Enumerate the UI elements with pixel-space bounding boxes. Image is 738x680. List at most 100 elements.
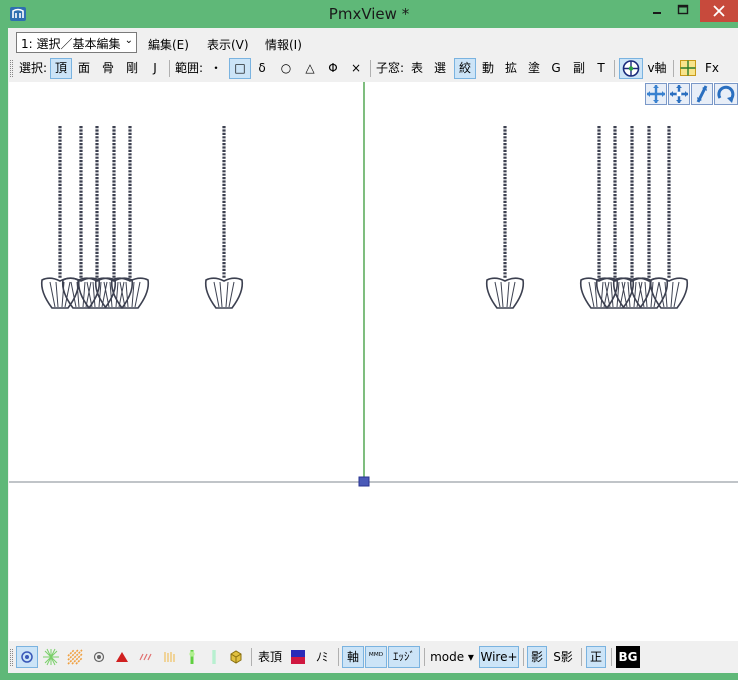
crown-rib xyxy=(213,281,220,308)
v-axis-button[interactable]: v軸 xyxy=(645,58,669,79)
mmd-toggle-button[interactable]: ᴹᴹᴰ xyxy=(365,646,387,668)
edge-toggle-button[interactable]: ｴｯｼﾞ xyxy=(388,646,420,668)
window-title: PmxView * xyxy=(328,5,410,23)
subwin-table-button[interactable]: 表 xyxy=(408,58,426,79)
mode-dropdown[interactable]: mode ▾ xyxy=(428,646,476,668)
crown-mesh xyxy=(649,277,689,309)
toolbar-separator xyxy=(338,648,339,666)
select-label: 選択: xyxy=(18,61,48,75)
crown-rib xyxy=(118,281,125,308)
color-swatch-button[interactable] xyxy=(290,646,306,668)
toolbar-separator xyxy=(581,648,582,666)
toolbar-separator xyxy=(523,648,524,666)
tick-pattern-icon xyxy=(164,652,175,662)
layout-button[interactable] xyxy=(678,58,698,79)
close-icon xyxy=(713,5,725,17)
crown-rib xyxy=(633,281,637,308)
slash-pattern-icon xyxy=(139,653,152,661)
red-triangle-icon xyxy=(116,652,128,662)
background-color-button[interactable]: BG xyxy=(616,646,640,668)
range-clear-button[interactable]: × xyxy=(348,58,364,79)
vertex-point-button[interactable] xyxy=(16,646,38,668)
range-triangle-button[interactable]: △ xyxy=(301,58,319,79)
axis-gizmo-button[interactable] xyxy=(619,58,643,79)
crown-rib xyxy=(670,281,674,308)
crown-rib xyxy=(673,281,680,308)
green-bar-button[interactable] xyxy=(204,646,224,668)
table-vertex-button[interactable]: 表頂 xyxy=(256,646,284,668)
crown-rib xyxy=(610,281,614,308)
menu-edit[interactable]: 編集(E) xyxy=(148,36,189,53)
rotate-button[interactable] xyxy=(714,83,738,105)
crown-rib xyxy=(219,281,223,308)
cube-icon xyxy=(230,650,242,664)
only-button[interactable]: ﾉﾐ xyxy=(313,646,331,668)
green-rod-icon xyxy=(189,650,195,664)
range-rect-button[interactable]: □ xyxy=(229,58,251,79)
subwin-scale-button[interactable]: 拡 xyxy=(502,58,520,79)
ortho-toggle-button[interactable]: 正 xyxy=(586,646,606,668)
crown-rib xyxy=(86,281,93,308)
crown-rib xyxy=(627,281,631,308)
burst-button[interactable] xyxy=(40,646,62,668)
subwin-t-button[interactable]: T xyxy=(594,58,608,79)
toolbar-separator xyxy=(614,60,615,77)
red-triangle-button[interactable] xyxy=(111,646,133,668)
burst-icon xyxy=(43,648,59,666)
select-rigid-button[interactable]: 剛 xyxy=(122,58,142,79)
subwin-sub-button[interactable]: 副 xyxy=(570,58,588,79)
subwin-move-button[interactable]: 動 xyxy=(479,58,497,79)
toolbar-grip[interactable] xyxy=(10,60,13,77)
fx-button[interactable]: Fx xyxy=(702,58,722,79)
crown-rib xyxy=(604,281,611,308)
grid-layout-icon xyxy=(680,60,696,76)
toolbar-grip[interactable] xyxy=(10,649,13,666)
menu-info[interactable]: 情報(I) xyxy=(265,36,302,53)
green-bar-icon xyxy=(212,650,216,664)
menu-view[interactable]: 表示(V) xyxy=(207,36,249,53)
slash-pattern-button[interactable] xyxy=(135,646,157,668)
subwin-filter-button[interactable]: 絞 xyxy=(454,58,476,79)
range-delta-button[interactable]: δ xyxy=(253,58,271,79)
zoom-button[interactable] xyxy=(691,83,713,105)
color-swatch-icon xyxy=(291,650,305,664)
toolbar-separator xyxy=(169,60,170,77)
minimize-button[interactable] xyxy=(644,0,670,22)
close-button[interactable] xyxy=(700,0,738,22)
cube-button[interactable] xyxy=(226,646,246,668)
crown-mesh xyxy=(485,277,525,309)
tick-pattern-button[interactable] xyxy=(159,646,181,668)
scene-canvas[interactable] xyxy=(9,82,738,641)
range-circle-button[interactable]: ○ xyxy=(277,58,295,79)
range-point-button[interactable]: ・ xyxy=(207,58,225,79)
wire-toggle-button[interactable]: Wire+ xyxy=(479,646,519,668)
edit-mode-select[interactable]: 1: 選択／基本編集 ⌄ xyxy=(16,32,137,53)
axis-toggle-button[interactable]: 軸 xyxy=(342,646,364,668)
dither-button[interactable] xyxy=(64,646,86,668)
title-bar[interactable]: PmxView * xyxy=(0,0,738,28)
bottom-toolbar: 表頂 ﾉﾐ 軸 ᴹᴹᴰ ｴｯｼﾞ mode ▾ Wire+ 影 S影 正 BG xyxy=(8,644,738,670)
crown-rib xyxy=(500,281,504,308)
move-xy-button[interactable] xyxy=(645,83,667,105)
select-face-button[interactable]: 面 xyxy=(74,58,94,79)
circle-point-button[interactable] xyxy=(88,646,110,668)
maximize-button[interactable] xyxy=(670,0,696,22)
green-rod-button[interactable] xyxy=(182,646,202,668)
self-shadow-button[interactable]: S影 xyxy=(550,646,576,668)
crown-rib xyxy=(603,281,610,308)
select-bone-button[interactable]: 骨 xyxy=(98,58,118,79)
select-joint-button[interactable]: J xyxy=(146,58,164,79)
subwin-g-button[interactable]: G xyxy=(548,58,564,79)
toolbar-separator xyxy=(611,648,612,666)
range-phi-button[interactable]: Φ xyxy=(324,58,342,79)
minimize-icon xyxy=(653,12,661,14)
crown-rib xyxy=(228,281,235,308)
shadow-toggle-button[interactable]: 影 xyxy=(527,646,547,668)
select-vertex-button[interactable]: 頂 xyxy=(50,58,72,79)
move-xz-button[interactable] xyxy=(668,83,690,105)
3d-viewport[interactable] xyxy=(9,82,738,641)
subwin-select-button[interactable]: 選 xyxy=(431,58,449,79)
crown-mesh xyxy=(204,277,244,309)
move-xz-icon xyxy=(670,85,688,103)
subwin-paint-button[interactable]: 塗 xyxy=(525,58,543,79)
